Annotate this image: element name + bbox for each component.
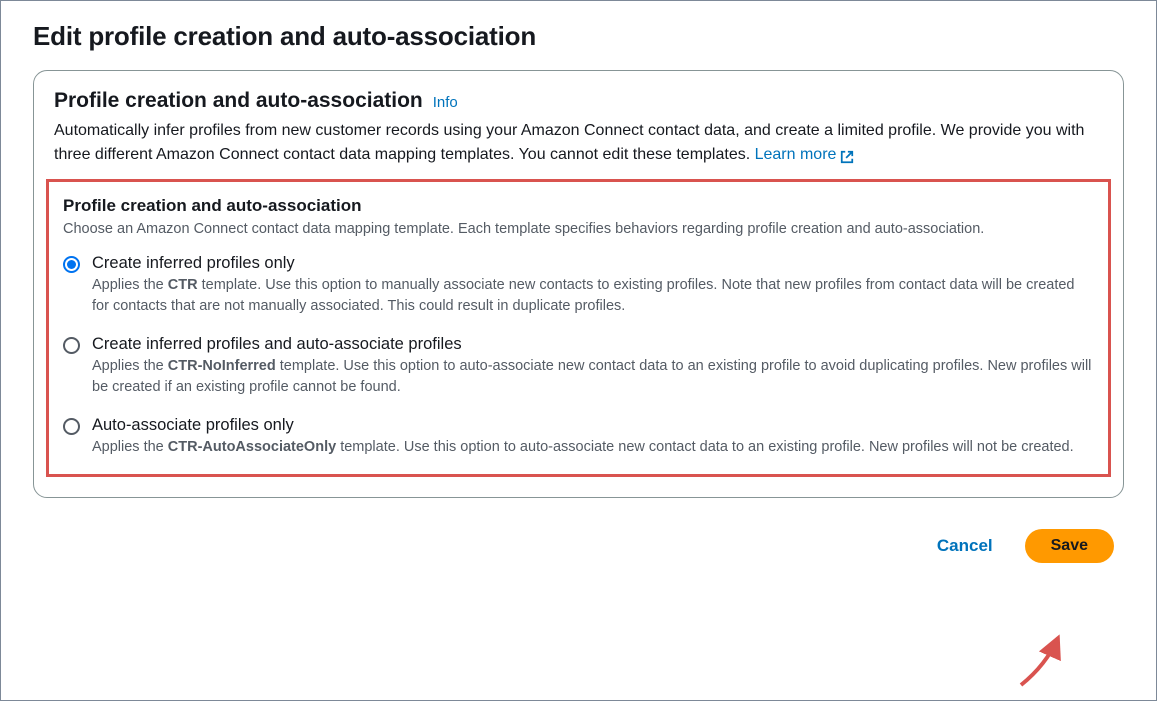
options-highlight-box: Profile creation and auto-association Ch… [46,179,1111,477]
info-link[interactable]: Info [433,94,458,111]
radio-icon[interactable] [63,418,80,435]
panel-title: Profile creation and auto-association [54,89,423,113]
option-description: Applies the CTR-AutoAssociateOnly templa… [92,437,1094,458]
template-options: Create inferred profiles only Applies th… [63,254,1094,458]
settings-panel: Profile creation and auto-association In… [33,70,1124,498]
option-description: Applies the CTR template. Use this optio… [92,275,1094,317]
radio-icon[interactable] [63,256,80,273]
footer-actions: Cancel Save [33,528,1124,564]
option-label: Create inferred profiles and auto-associ… [92,335,1094,354]
learn-more-link[interactable]: Learn more [755,143,855,167]
cancel-button[interactable]: Cancel [925,528,1005,564]
option-label: Auto-associate profiles only [92,416,1094,435]
section-description: Choose an Amazon Connect contact data ma… [63,219,1094,240]
option-description: Applies the CTR-NoInferred template. Use… [92,356,1094,398]
radio-icon[interactable] [63,337,80,354]
section-title: Profile creation and auto-association [63,196,1094,216]
panel-description: Automatically infer profiles from new cu… [54,119,1103,167]
page-title: Edit profile creation and auto-associati… [33,21,1124,52]
save-button[interactable]: Save [1025,529,1114,563]
annotation-arrow-icon [1006,620,1076,690]
option-create-inferred-only[interactable]: Create inferred profiles only Applies th… [63,254,1094,317]
external-link-icon [840,148,854,162]
option-auto-associate-only[interactable]: Auto-associate profiles only Applies the… [63,416,1094,458]
option-label: Create inferred profiles only [92,254,1094,273]
option-create-and-auto-associate[interactable]: Create inferred profiles and auto-associ… [63,335,1094,398]
